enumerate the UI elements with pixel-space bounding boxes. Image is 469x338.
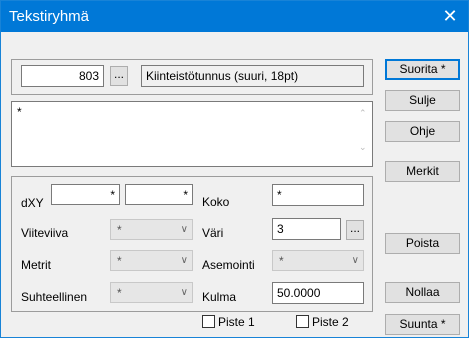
textarea-scrollbar[interactable]: ⌃ ⌄ [355,102,372,166]
kulma-label: Kulma [202,290,237,304]
piste2-label: Piste 2 [312,315,349,329]
asemointi-dropdown[interactable]: * ∨ [272,250,364,271]
text-content: * [17,105,22,119]
kulma-field[interactable]: 50.0000 [272,282,364,304]
asemointi-value: * [279,254,284,268]
scroll-up-icon[interactable]: ⌃ [359,108,367,119]
symbol-number-field[interactable]: 803 [21,65,104,87]
vari-browse-button[interactable]: ... [346,220,364,240]
vari-field[interactable]: 3 [272,218,341,240]
ohje-button[interactable]: Ohje [385,121,460,142]
title-bar: Tekstiryhmä ✕ [1,1,468,32]
chevron-down-icon: ∨ [180,287,188,298]
piste1-checkbox[interactable] [202,315,215,328]
piste1-label: Piste 1 [218,315,255,329]
viiteviiva-label: Viiteviiva [21,226,69,240]
text-group-dialog: Tekstiryhmä ✕ 803 ... Kiinteistötunnus (… [0,0,469,338]
merkit-button[interactable]: Merkit [385,161,460,182]
suhteellinen-dropdown[interactable]: * ∨ [110,282,193,303]
koko-label: Koko [202,195,230,209]
metrit-dropdown[interactable]: * ∨ [110,250,193,271]
text-input-area[interactable]: * ⌃ ⌄ [11,101,373,167]
asemointi-label: Asemointi [202,258,255,272]
suorita-button[interactable]: Suorita * [385,59,460,80]
piste2-checkbox[interactable] [296,315,309,328]
nollaa-button[interactable]: Nollaa [385,282,460,303]
symbol-type-field: Kiinteistötunnus (suuri, 18pt) [141,65,364,87]
window-title: Tekstiryhmä [9,8,90,25]
chevron-down-icon: ∨ [351,255,359,266]
vari-label: Väri [202,226,224,240]
sulje-button[interactable]: Sulje [385,90,460,111]
chevron-down-icon: ∨ [180,224,188,235]
viiteviiva-dropdown[interactable]: * ∨ [110,219,193,240]
chevron-down-icon: ∨ [180,255,188,266]
metrit-label: Metrit [21,258,51,272]
dx-field[interactable]: * [51,184,120,205]
poista-button[interactable]: Poista [385,233,460,254]
suunta-button[interactable]: Suunta * [385,314,460,335]
symbol-browse-button[interactable]: ... [110,66,128,86]
metrit-value: * [117,254,122,268]
dy-field[interactable]: * [125,184,193,205]
dxy-label: dXY [21,196,44,210]
close-icon[interactable]: ✕ [432,1,468,32]
scroll-down-icon[interactable]: ⌄ [359,142,367,153]
koko-field[interactable]: * [272,184,364,206]
suhteellinen-label: Suhteellinen [21,290,88,304]
viiteviiva-value: * [117,223,122,237]
suhteellinen-value: * [117,286,122,300]
